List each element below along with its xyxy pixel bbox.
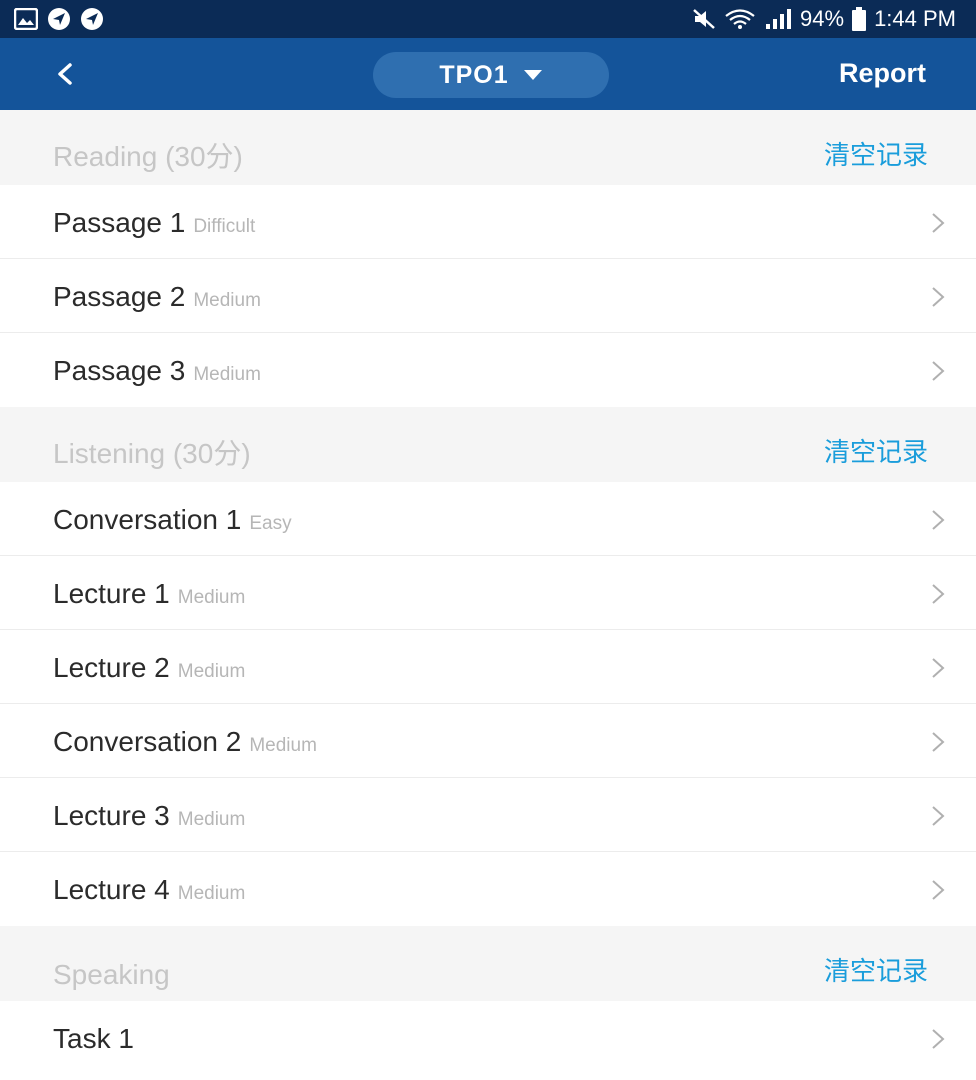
wifi-icon bbox=[725, 9, 755, 29]
navigation-icon bbox=[81, 8, 103, 30]
item-title: Conversation 1 bbox=[53, 504, 242, 535]
section-title: Listening (30分) bbox=[53, 438, 251, 469]
chevron-right-icon bbox=[932, 1029, 945, 1049]
report-button[interactable]: Report bbox=[839, 58, 926, 89]
list-item[interactable]: Passage 2 Medium bbox=[0, 259, 976, 333]
navigation-icon bbox=[48, 8, 70, 30]
difficulty-label: Medium bbox=[193, 364, 261, 385]
difficulty-label: Medium bbox=[193, 290, 261, 311]
item-title: Lecture 1 bbox=[53, 578, 170, 609]
page-title: TPO1 bbox=[439, 60, 509, 89]
chevron-right-icon bbox=[932, 510, 945, 530]
difficulty-label: Medium bbox=[177, 587, 246, 608]
signal-icon bbox=[766, 9, 792, 29]
top-nav-bar: TPO1 Report bbox=[0, 38, 976, 110]
chevron-right-icon bbox=[932, 584, 945, 604]
list-item[interactable]: Lecture 2 Medium bbox=[0, 630, 976, 704]
clear-records-button[interactable]: 清空记录 bbox=[824, 135, 928, 172]
difficulty-label: Difficult bbox=[193, 216, 256, 237]
section-list: Reading (30分) 清空记录 Passage 1 Difficult Pa… bbox=[0, 110, 976, 1075]
list-item[interactable]: Lecture 3 Medium bbox=[0, 778, 976, 852]
difficulty-label: Medium bbox=[177, 883, 246, 904]
chevron-right-icon bbox=[932, 806, 945, 826]
section-header-reading: Reading (30分) 清空记录 bbox=[0, 110, 976, 185]
section-header-speaking: Speaking 清空记录 bbox=[0, 926, 976, 1001]
list-item[interactable]: Passage 1 Difficult bbox=[0, 185, 976, 259]
list-item[interactable]: Passage 3 Medium bbox=[0, 333, 976, 407]
chevron-right-icon bbox=[932, 732, 945, 752]
clear-records-button[interactable]: 清空记录 bbox=[824, 951, 928, 988]
list-item[interactable]: Lecture 4 Medium bbox=[0, 852, 976, 926]
back-button[interactable] bbox=[52, 52, 92, 96]
chevron-right-icon bbox=[932, 213, 945, 233]
item-title: Task 1 bbox=[53, 1023, 134, 1054]
test-selector-dropdown[interactable]: TPO1 bbox=[373, 52, 609, 98]
item-title: Lecture 3 bbox=[53, 800, 170, 831]
list-item[interactable]: Task 1 bbox=[0, 1001, 976, 1075]
mute-icon bbox=[693, 9, 715, 29]
battery-percent: 94% bbox=[800, 6, 845, 31]
section-title: Reading (30分) bbox=[53, 141, 243, 172]
chevron-right-icon bbox=[932, 287, 945, 307]
back-arrow-icon bbox=[58, 63, 72, 85]
caret-down-icon bbox=[523, 70, 542, 80]
list-item[interactable]: Conversation 1 Easy bbox=[0, 482, 976, 556]
image-icon bbox=[14, 8, 38, 30]
item-title: Passage 1 bbox=[53, 207, 186, 238]
item-title: Passage 2 bbox=[53, 281, 186, 312]
status-bar: 94% 1:44 PM bbox=[0, 0, 976, 38]
item-title: Conversation 2 bbox=[53, 726, 242, 757]
section-title: Speaking bbox=[53, 959, 170, 990]
clear-records-button[interactable]: 清空记录 bbox=[824, 432, 928, 469]
status-left-icons bbox=[14, 7, 104, 31]
item-title: Lecture 4 bbox=[53, 874, 170, 905]
chevron-right-icon bbox=[932, 880, 945, 900]
status-right: 94% 1:44 PM bbox=[692, 6, 956, 32]
difficulty-label: Medium bbox=[177, 661, 246, 682]
difficulty-label: Medium bbox=[177, 809, 246, 830]
list-item[interactable]: Conversation 2 Medium bbox=[0, 704, 976, 778]
chevron-right-icon bbox=[932, 361, 945, 381]
item-title: Passage 3 bbox=[53, 355, 186, 386]
status-time: 1:44 PM bbox=[874, 6, 956, 31]
list-item[interactable]: Lecture 1 Medium bbox=[0, 556, 976, 630]
battery-icon bbox=[852, 7, 867, 31]
difficulty-label: Easy bbox=[249, 513, 292, 534]
item-title: Lecture 2 bbox=[53, 652, 170, 683]
difficulty-label: Medium bbox=[249, 735, 317, 756]
section-header-listening: Listening (30分) 清空记录 bbox=[0, 407, 976, 482]
chevron-right-icon bbox=[932, 658, 945, 678]
